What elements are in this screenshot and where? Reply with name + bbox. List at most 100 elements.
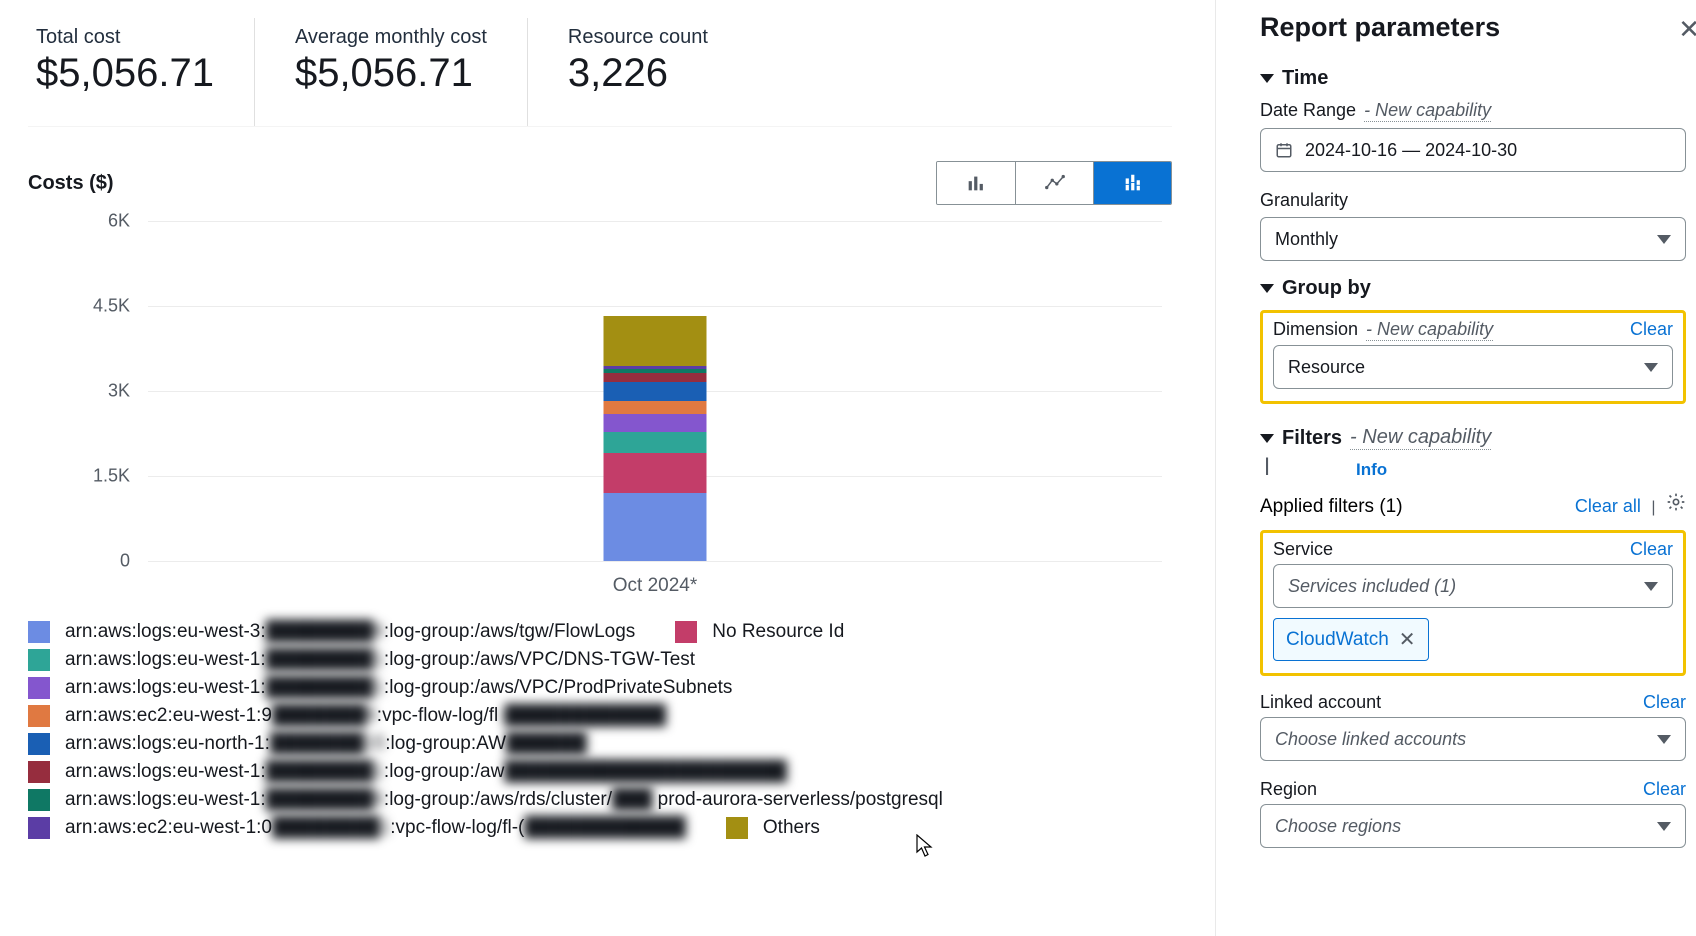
legend-swatch — [28, 789, 50, 811]
service-label: Service — [1273, 539, 1333, 560]
summary-total-label: Total cost — [36, 26, 214, 49]
chevron-down-icon — [1644, 363, 1658, 372]
clear-all-link[interactable]: Clear all — [1575, 496, 1641, 516]
service-token-cloudwatch[interactable]: CloudWatch ✕ — [1273, 618, 1429, 661]
summary-resource-value: 3,226 — [568, 51, 708, 96]
legend-item[interactable]: No Resource Id — [675, 621, 844, 643]
legend-label: arn:aws:logs:eu-west-1:████████1:log-gro… — [65, 761, 787, 783]
region-clear-link[interactable]: Clear — [1643, 779, 1686, 800]
new-capability-badge: - New capability — [1366, 319, 1493, 341]
legend-swatch — [726, 817, 748, 839]
y-tick-label: 3K — [108, 381, 130, 402]
granularity-label: Granularity — [1260, 190, 1348, 211]
section-time[interactable]: Time — [1260, 67, 1686, 90]
bar-segment[interactable] — [604, 432, 707, 454]
legend-item[interactable]: arn:aws:logs:eu-west-1:████████6:log-gro… — [28, 789, 1172, 811]
legend-item[interactable]: arn:aws:logs:eu-north-1:███████15:log-gr… — [28, 733, 1172, 755]
summary-resource: Resource count 3,226 — [527, 18, 748, 126]
bar-segment[interactable] — [604, 382, 707, 401]
caret-down-icon — [1260, 284, 1274, 293]
service-clear-link[interactable]: Clear — [1630, 539, 1673, 560]
date-range-input[interactable]: 2024-10-16 — 2024-10-30 — [1260, 128, 1686, 172]
token-label: CloudWatch — [1286, 629, 1389, 651]
summary-resource-label: Resource count — [568, 26, 708, 49]
dimension-select[interactable]: Resource — [1273, 345, 1673, 389]
summary-row: Total cost $5,056.71 Average monthly cos… — [28, 0, 1172, 127]
summary-total: Total cost $5,056.71 — [28, 18, 254, 126]
legend-label: arn:aws:logs:eu-west-1:████████1:log-gro… — [65, 677, 732, 699]
caret-down-icon — [1260, 74, 1274, 83]
legend-swatch — [28, 733, 50, 755]
bar-segment[interactable] — [604, 373, 707, 382]
caret-down-icon — [1260, 434, 1274, 443]
legend-item[interactable]: Others — [726, 817, 820, 839]
legend: arn:aws:logs:eu-west-3:████████6:log-gro… — [28, 621, 1172, 839]
bar-icon — [965, 172, 987, 194]
dimension-value: Resource — [1288, 357, 1365, 378]
region-placeholder: Choose regions — [1275, 816, 1401, 837]
legend-label: No Resource Id — [712, 621, 844, 643]
y-tick-label: 1.5K — [93, 466, 130, 487]
gear-icon[interactable] — [1666, 492, 1686, 512]
dimension-clear-link[interactable]: Clear — [1630, 319, 1673, 340]
date-range-value: 2024-10-16 — 2024-10-30 — [1305, 140, 1517, 161]
legend-item[interactable]: arn:aws:logs:eu-west-1:████████1:log-gro… — [28, 761, 1172, 783]
legend-swatch — [675, 621, 697, 643]
linked-placeholder: Choose linked accounts — [1275, 729, 1466, 750]
legend-swatch — [28, 761, 50, 783]
chevron-down-icon — [1657, 235, 1671, 244]
linked-clear-link[interactable]: Clear — [1643, 692, 1686, 713]
chart-title: Costs ($) — [28, 172, 114, 195]
new-capability-badge: - New capability — [1364, 100, 1491, 122]
summary-average-value: $5,056.71 — [295, 51, 487, 96]
panel-title: Report parameters — [1260, 12, 1686, 43]
bar-segment[interactable] — [604, 493, 707, 561]
legend-item[interactable]: arn:aws:ec2:eu-west-1:0████████1:vpc-flo… — [28, 817, 686, 839]
legend-item[interactable]: arn:aws:logs:eu-west-3:████████6:log-gro… — [28, 621, 635, 643]
legend-label: Others — [763, 817, 820, 839]
chevron-down-icon — [1657, 735, 1671, 744]
legend-item[interactable]: arn:aws:ec2:eu-west-1:9███████6:vpc-flow… — [28, 705, 1172, 727]
filters-info-link[interactable]: Info — [1356, 460, 1686, 480]
legend-label: arn:aws:ec2:eu-west-1:0████████1:vpc-flo… — [65, 817, 686, 839]
legend-swatch — [28, 817, 50, 839]
service-value: Services included (1) — [1288, 576, 1456, 597]
section-group-by[interactable]: Group by — [1260, 277, 1686, 300]
legend-label: arn:aws:ec2:eu-west-1:9███████6:vpc-flow… — [65, 705, 666, 727]
stacked-bar-icon — [1122, 172, 1144, 194]
bar-segment[interactable] — [604, 316, 707, 366]
legend-label: arn:aws:logs:eu-north-1:███████15:log-gr… — [65, 733, 587, 755]
bar-segment[interactable] — [604, 453, 707, 493]
close-icon[interactable]: ✕ — [1678, 14, 1696, 45]
chart-type-group — [936, 161, 1172, 205]
y-tick-label: 0 — [120, 551, 130, 572]
stacked-bar-chart-button[interactable] — [1093, 162, 1171, 204]
panel-divider — [1215, 0, 1217, 936]
legend-item[interactable]: arn:aws:logs:eu-west-1:████████1:log-gro… — [28, 677, 1172, 699]
bar-segment[interactable] — [604, 401, 707, 413]
linked-account-select[interactable]: Choose linked accounts — [1260, 717, 1686, 761]
legend-label: arn:aws:logs:eu-west-3:████████6:log-gro… — [65, 621, 635, 643]
legend-swatch — [28, 649, 50, 671]
summary-average: Average monthly cost $5,056.71 — [254, 18, 527, 126]
line-chart-button[interactable] — [1015, 162, 1093, 204]
granularity-value: Monthly — [1275, 229, 1338, 250]
section-filters[interactable]: Filters- New capability — [1260, 426, 1686, 450]
calendar-icon — [1275, 141, 1293, 159]
service-select[interactable]: Services included (1) — [1273, 564, 1673, 608]
bar-chart-button[interactable] — [937, 162, 1015, 204]
bar-oct-2024[interactable] — [604, 316, 707, 561]
legend-label: arn:aws:logs:eu-west-1:████████1:log-gro… — [65, 649, 695, 671]
granularity-select[interactable]: Monthly — [1260, 217, 1686, 261]
legend-item[interactable]: arn:aws:logs:eu-west-1:████████1:log-gro… — [28, 649, 1172, 671]
bar-segment[interactable] — [604, 414, 707, 432]
chevron-down-icon — [1644, 582, 1658, 591]
applied-filters-label: Applied filters (1) — [1260, 496, 1403, 518]
line-icon — [1044, 172, 1066, 194]
y-tick-label: 4.5K — [93, 296, 130, 317]
region-select[interactable]: Choose regions — [1260, 804, 1686, 848]
new-capability-badge: - New capability — [1350, 426, 1491, 450]
service-filter-highlight: Service Clear Services included (1) Clou… — [1260, 530, 1686, 676]
remove-token-icon[interactable]: ✕ — [1399, 627, 1416, 652]
legend-swatch — [28, 621, 50, 643]
